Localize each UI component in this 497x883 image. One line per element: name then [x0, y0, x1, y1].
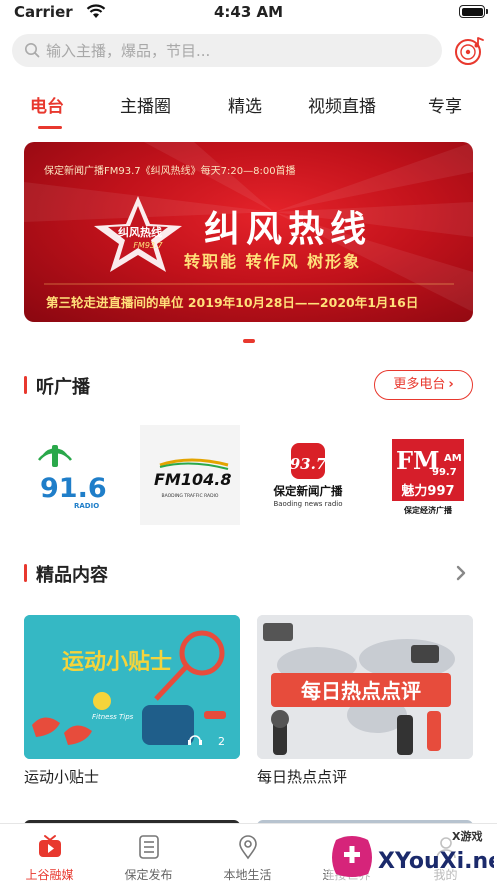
station-937-number: 93.7 — [290, 455, 327, 473]
tab-selected[interactable]: 精选 — [228, 92, 262, 117]
station-937-logo: 93.7 保定新闻广播 Baoding news radio — [273, 443, 343, 508]
battery-icon — [459, 5, 488, 18]
card2-art-title: 每日热点点评 — [301, 679, 421, 703]
station-997[interactable]: FM AM 99.7 魅力997 保定经济广播 — [378, 425, 478, 525]
location-pin-icon — [239, 835, 257, 860]
watermark-big: XYouXi.net — [378, 849, 494, 874]
vinyl-record-icon[interactable] — [452, 34, 486, 68]
section-marker — [24, 376, 27, 394]
card1-art-title: 运动小贴士 — [62, 649, 172, 675]
chevron-right-icon[interactable] — [454, 564, 468, 582]
tab-video-live[interactable]: 视频直播 — [308, 92, 376, 117]
card1-play-count: 2 — [218, 735, 225, 748]
station-1048-sub: BAODING TRAFFIC RADIO — [162, 493, 219, 499]
tab-host-circle[interactable]: 主播圈 — [120, 92, 171, 117]
status-bar: Carrier 4:43 AM — [0, 0, 497, 26]
station-1048[interactable]: FM104.8 BAODING TRAFFIC RADIO — [140, 425, 240, 525]
tab-shanggu-media[interactable]: 上谷融媒 — [0, 824, 99, 883]
station-1048-logo: FM104.8 BAODING TRAFFIC RADIO — [154, 458, 231, 499]
card-title[interactable]: 每日热点点评 — [257, 766, 347, 787]
banner-logo-text: 纠风热线 — [118, 225, 162, 239]
document-list-icon — [139, 835, 159, 859]
station-997-freq: 99.7 — [432, 467, 457, 478]
search-icon — [25, 43, 40, 58]
station-916[interactable]: 91.6 RADIO — [26, 425, 126, 525]
tab-local-life[interactable]: 本地生活 — [198, 824, 297, 883]
premium-section-title: 精品内容 — [36, 565, 108, 586]
more-stations-button[interactable]: 更多电台 › — [374, 370, 473, 400]
banner-logo-freq: FM93.7 — [133, 241, 163, 250]
tab-label: 本地生活 — [223, 868, 272, 882]
banner-slogan: 转职能 转作风 树形象 — [184, 252, 362, 271]
fitness-tips-artwork: 运动小贴士 Fitness Tips 2 — [24, 615, 240, 759]
station-916-sub: RADIO — [74, 502, 99, 510]
search-input[interactable] — [46, 34, 426, 67]
station-1048-number: FM104.8 — [154, 470, 231, 489]
watermark-small: X游戏 — [452, 829, 482, 843]
station-997-am: AM — [444, 453, 462, 464]
tab-exclusive[interactable]: 专享 — [428, 92, 462, 117]
section-marker — [24, 564, 27, 582]
watermark-logo: X游戏 XYouXi.net — [328, 826, 494, 882]
program-logo-star-icon: 纠风热线 FM93.7 — [94, 196, 182, 272]
carousel-indicator — [243, 339, 255, 343]
card-title[interactable]: 运动小贴士 — [24, 766, 99, 787]
content-card-daily-hot-review[interactable]: 每日热点点评 — [257, 615, 473, 759]
radio-section-title: 听广播 — [36, 377, 90, 398]
banner-title: 纠风热线 — [204, 208, 373, 250]
tab-radio[interactable]: 电台 — [30, 92, 64, 117]
app-screen: Carrier 4:43 AM 电台 主播圈 精选 视频直播 专享 — [0, 0, 497, 883]
banner-bottom-line: 第三轮走进直播间的单位 2019年10月28日——2020年1月16日 — [46, 295, 419, 310]
chevron-right-icon: › — [448, 377, 454, 392]
station-997-brand: 魅力997 — [401, 483, 454, 499]
more-stations-label: 更多电台 — [393, 377, 446, 392]
banner-top-line: 保定新闻广播FM93.7《纠风热线》每天7:20—8:00首播 — [44, 166, 296, 177]
content-card-fitness-tips[interactable]: 运动小贴士 Fitness Tips 2 — [24, 615, 240, 759]
tv-icon — [39, 835, 61, 857]
tab-baoding-release[interactable]: 保定发布 — [99, 824, 198, 883]
daily-review-artwork: 每日热点点评 — [257, 615, 473, 759]
station-937-name: 保定新闻广播 — [273, 484, 343, 498]
station-916-number: 91.6 — [40, 473, 107, 504]
station-916-logo: 91.6 RADIO — [38, 445, 107, 510]
clock: 4:43 AM — [213, 3, 284, 21]
tab-label: 上谷融媒 — [25, 868, 74, 882]
category-tabs: 电台 主播圈 精选 视频直播 专享 — [0, 88, 497, 130]
promo-banner[interactable]: 保定新闻广播FM93.7《纠风热线》每天7:20—8:00首播 纠风热线 FM9… — [24, 142, 473, 322]
card1-art-sub: Fitness Tips — [92, 713, 134, 721]
tab-label: 保定发布 — [124, 868, 173, 882]
search-bar[interactable] — [12, 34, 442, 67]
station-937-sub: Baoding news radio — [273, 500, 342, 508]
station-997-name: 保定经济广播 — [403, 505, 453, 515]
active-tab-indicator — [38, 126, 62, 129]
station-937[interactable]: 93.7 保定新闻广播 Baoding news radio — [258, 425, 358, 525]
station-997-logo: FM AM 99.7 魅力997 保定经济广播 — [392, 439, 464, 515]
